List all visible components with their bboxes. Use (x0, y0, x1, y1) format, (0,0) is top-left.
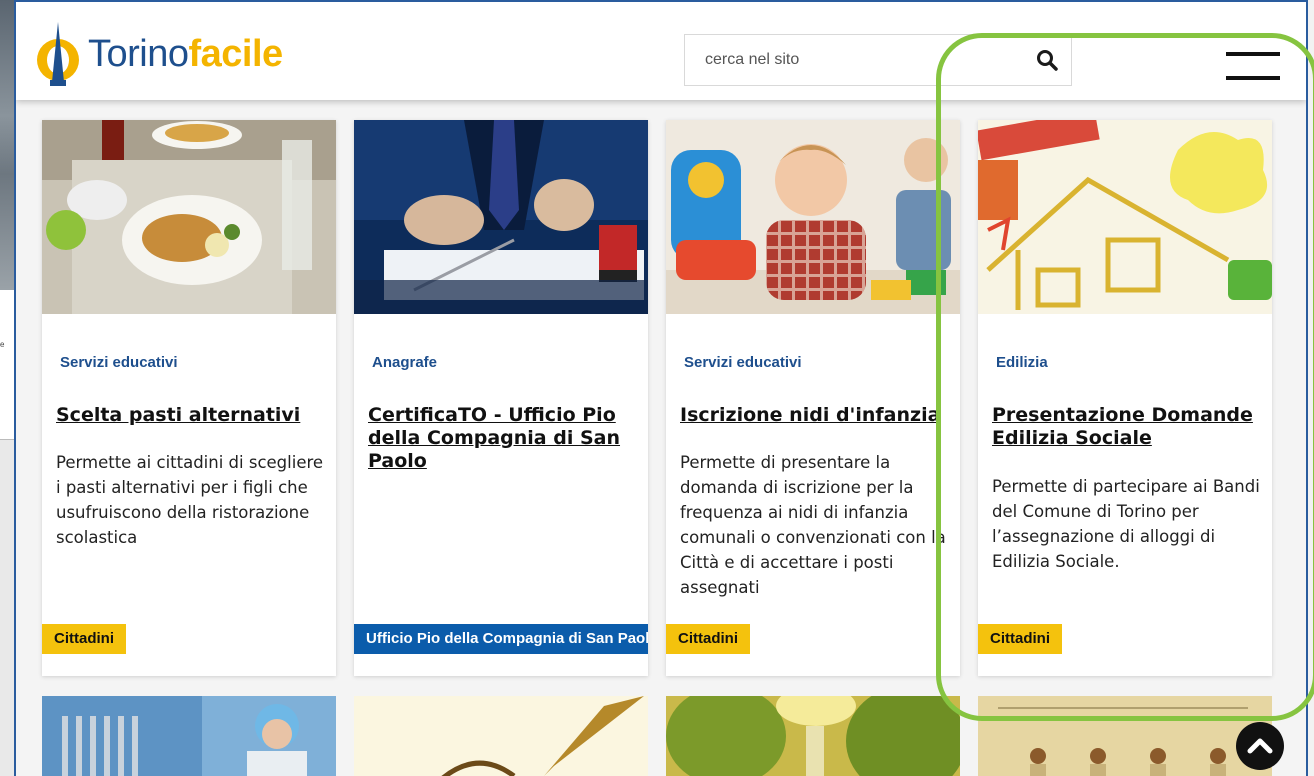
hamburger-menu-icon[interactable] (1226, 52, 1280, 80)
card-image-house-drawing (978, 120, 1272, 314)
card-image-park[interactable] (666, 696, 960, 776)
card-audience-tag[interactable]: Cittadini (978, 624, 1062, 654)
search-icon (1037, 49, 1058, 71)
card-title-link[interactable]: Presentazione Domande Edilizia Sociale (992, 404, 1260, 450)
logo-text-facile: facile (188, 32, 284, 75)
card-category: Anagrafe (372, 354, 438, 371)
card-audience-tag[interactable]: Ufficio Pio della Compagnia di San Paolo (354, 624, 648, 654)
card-image-toddlers (666, 120, 960, 314)
logo-text-torino: Torino (88, 32, 189, 75)
service-card[interactable]: Servizi educativi Iscrizione nidi d'infa… (666, 120, 960, 676)
service-card[interactable]: Edilizia Presentazione Domande Edilizia … (978, 120, 1272, 676)
card-category: Servizi educativi (684, 354, 802, 371)
scroll-to-top-button[interactable] (1236, 722, 1284, 770)
card-image-signing (354, 120, 648, 314)
background-photo (0, 0, 14, 290)
card-image-manuscript[interactable] (978, 696, 1272, 776)
card-title-link[interactable]: Scelta pasti alternativi (56, 404, 324, 427)
background-caption: e (0, 340, 5, 349)
mole-antonelliana-logo-icon (37, 22, 79, 86)
site-logo[interactable]: Torinofacile (34, 20, 283, 88)
search-button[interactable] (1033, 47, 1061, 75)
card-title-link[interactable]: CertificaTO - Ufficio Pio della Compagni… (368, 404, 636, 473)
browser-window: Torinofacile cerca nel sito Servizi educ… (14, 0, 1308, 776)
service-card[interactable]: Anagrafe CertificaTO - Ufficio Pio della… (354, 120, 648, 676)
card-description: Permette di presentare la domanda di isc… (680, 453, 946, 597)
chevron-up-icon (1247, 738, 1273, 754)
card-description: Permette ai cittadini di scegliere i pas… (56, 453, 324, 547)
background-strip (0, 440, 14, 776)
card-title-link[interactable]: Iscrizione nidi d'infanzia (680, 404, 948, 427)
card-audience-tag[interactable]: Cittadini (666, 624, 750, 654)
service-card[interactable]: Servizi educativi Scelta pasti alternati… (42, 120, 336, 676)
site-header: Torinofacile (16, 2, 1306, 100)
card-category: Servizi educativi (60, 354, 178, 371)
search-box (684, 34, 1072, 86)
search-input[interactable] (685, 35, 1015, 85)
card-image-school-lunch (42, 120, 336, 314)
card-image-food-service[interactable] (42, 696, 336, 776)
logo-text: Torinofacile (88, 33, 283, 76)
card-audience-tag[interactable]: Cittadini (42, 624, 126, 654)
card-category: Edilizia (996, 354, 1048, 371)
card-image-fountain-pen[interactable] (354, 696, 648, 776)
card-description: Permette di partecipare ai Bandi del Com… (992, 477, 1260, 571)
